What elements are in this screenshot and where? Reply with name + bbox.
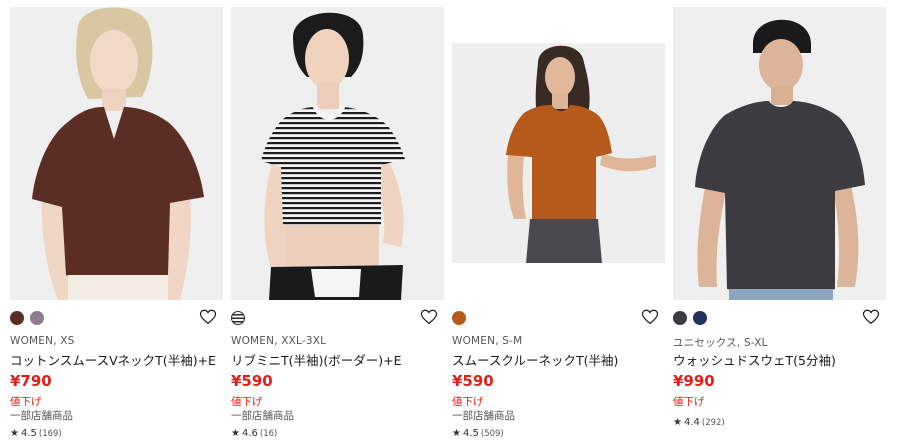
product-meta: WOMEN, S-M <box>452 335 523 347</box>
color-swatches <box>10 310 223 326</box>
review-count: (509) <box>480 429 504 439</box>
product-image[interactable] <box>231 7 444 300</box>
product-price: ¥990 <box>673 372 715 390</box>
product-image[interactable] <box>10 7 223 300</box>
color-swatch[interactable] <box>231 311 245 325</box>
review-count: (169) <box>38 429 62 439</box>
sale-label: 値下げ <box>10 396 42 408</box>
product-price: ¥590 <box>231 372 273 390</box>
sale-label: 値下げ <box>231 396 263 408</box>
product-card[interactable]: ユニセックス, S-XL ウォッシュドスウェT(5分袖) ¥990 値下げ ★ 4… <box>673 7 886 446</box>
star-icon: ★ <box>10 428 19 439</box>
product-name[interactable]: スムースクルーネックT(半袖) <box>452 350 618 369</box>
color-swatches <box>452 310 665 326</box>
color-swatch[interactable] <box>673 311 687 325</box>
rating-value: 4.6 <box>241 428 258 439</box>
color-swatch[interactable] <box>693 311 707 325</box>
product-name[interactable]: ウォッシュドスウェT(5分袖) <box>673 350 836 369</box>
product-name[interactable]: コットンスムースVネックT(半袖)+E <box>10 350 216 369</box>
rating-value: 4.5 <box>462 428 479 439</box>
heart-outline-icon[interactable] <box>199 308 217 326</box>
stock-note: 一部店舗商品 <box>231 410 294 422</box>
stock-note: 一部店舗商品 <box>10 410 73 422</box>
product-card[interactable]: WOMEN, XXL-3XL リブミニT(半袖)(ボーダー)+E ¥590 値下… <box>231 7 444 446</box>
product-rating: ★ 4.5 (169) <box>10 428 62 439</box>
rating-value: 4.4 <box>683 417 700 428</box>
product-price: ¥790 <box>10 372 52 390</box>
heart-outline-icon[interactable] <box>862 308 880 326</box>
product-rating: ★ 4.5 (509) <box>452 428 504 439</box>
product-name[interactable]: リブミニT(半袖)(ボーダー)+E <box>231 350 402 369</box>
product-card[interactable]: WOMEN, XS コットンスムースVネックT(半袖)+E ¥790 値下げ 一… <box>10 7 223 446</box>
review-count: (292) <box>701 418 725 428</box>
rating-value: 4.5 <box>20 428 37 439</box>
heart-outline-icon[interactable] <box>641 308 659 326</box>
sale-label: 値下げ <box>452 396 484 408</box>
star-icon: ★ <box>231 428 240 439</box>
product-meta: WOMEN, XXL-3XL <box>231 335 327 347</box>
product-rating: ★ 4.6 (16) <box>231 428 277 439</box>
star-icon: ★ <box>673 417 682 428</box>
color-swatches <box>673 310 886 326</box>
star-icon: ★ <box>452 428 461 439</box>
color-swatch[interactable] <box>30 311 44 325</box>
product-card[interactable]: WOMEN, S-M スムースクルーネックT(半袖) ¥590 値下げ 一部店舗… <box>452 7 665 446</box>
sale-label: 値下げ <box>673 396 705 408</box>
product-image[interactable] <box>452 7 665 300</box>
product-meta: ユニセックス, S-XL <box>673 337 768 349</box>
product-meta: WOMEN, XS <box>10 335 75 347</box>
heart-outline-icon[interactable] <box>420 308 438 326</box>
product-image[interactable] <box>673 7 886 300</box>
product-price: ¥590 <box>452 372 494 390</box>
color-swatch[interactable] <box>452 311 466 325</box>
stock-note: 一部店舗商品 <box>452 410 515 422</box>
color-swatch[interactable] <box>10 311 24 325</box>
color-swatches <box>231 310 444 326</box>
review-count: (16) <box>259 429 278 439</box>
product-rating: ★ 4.4 (292) <box>673 417 725 428</box>
